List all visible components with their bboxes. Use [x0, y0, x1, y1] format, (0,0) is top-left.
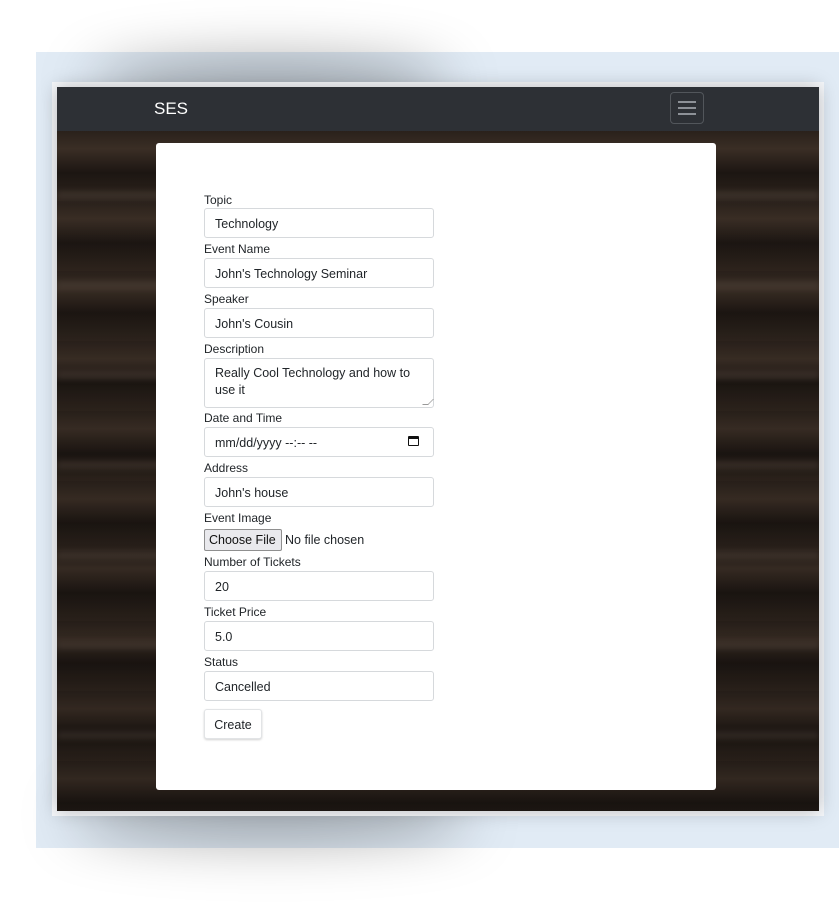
- create-button[interactable]: Create: [204, 709, 262, 739]
- tickets-input[interactable]: 20: [204, 571, 434, 601]
- event-image-label: Event Image: [204, 511, 272, 525]
- topic-input[interactable]: Technology: [204, 208, 434, 238]
- navbar-toggler-button[interactable]: [670, 92, 704, 124]
- event-form-card: Topic Technology Event Name John's Techn…: [156, 143, 716, 790]
- address-label: Address: [204, 461, 249, 475]
- calendar-icon[interactable]: [408, 436, 419, 446]
- datetime-label: Date and Time: [204, 411, 283, 425]
- price-input[interactable]: 5.0: [204, 621, 434, 651]
- navbar: SES: [57, 87, 819, 131]
- choose-file-button[interactable]: Choose File: [204, 529, 282, 551]
- speaker-input[interactable]: John's Cousin: [204, 308, 434, 338]
- description-label: Description: [204, 342, 265, 356]
- description-textarea[interactable]: Really Cool Technology and how to use it: [204, 358, 434, 408]
- file-status-text: No file chosen: [285, 533, 365, 547]
- datetime-input[interactable]: mm/dd/yyyy --:-- --: [204, 427, 434, 457]
- status-label: Status: [204, 655, 239, 669]
- hamburger-menu-icon: [678, 107, 696, 109]
- hamburger-menu-icon: [678, 101, 696, 103]
- hamburger-menu-icon: [678, 113, 696, 115]
- topic-label: Topic: [204, 193, 233, 207]
- browser-window: SES Topic Technology Event Name John's T…: [57, 87, 819, 811]
- tickets-label: Number of Tickets: [204, 555, 301, 569]
- address-input[interactable]: John's house: [204, 477, 434, 507]
- status-input[interactable]: Cancelled: [204, 671, 434, 701]
- resize-grip-icon[interactable]: [422, 399, 434, 405]
- brand-link[interactable]: SES: [154, 99, 188, 119]
- event-name-label: Event Name: [204, 242, 271, 256]
- description-text: Really Cool Technology and how to use it: [215, 366, 411, 397]
- event-name-input[interactable]: John's Technology Seminar: [204, 258, 434, 288]
- datetime-placeholder: mm/dd/yyyy --:-- --: [215, 436, 318, 450]
- price-label: Ticket Price: [204, 605, 267, 619]
- speaker-label: Speaker: [204, 292, 249, 306]
